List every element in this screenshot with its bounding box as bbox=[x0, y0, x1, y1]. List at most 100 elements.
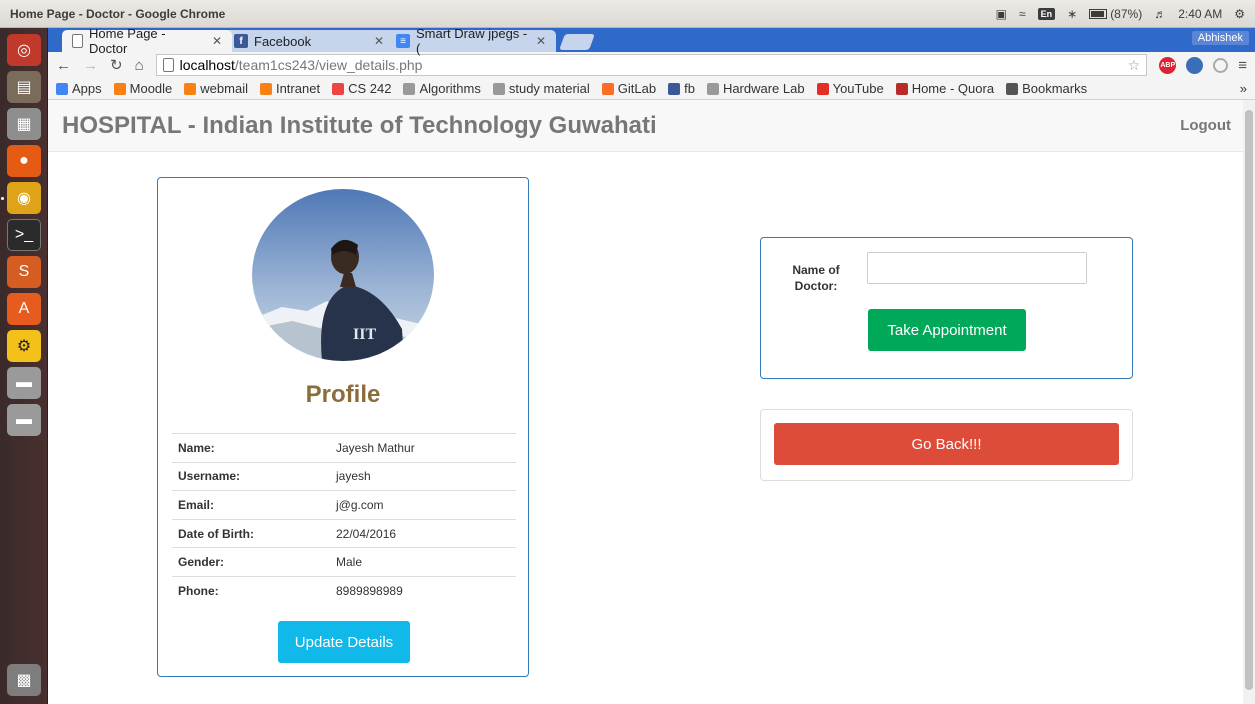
software-center-icon[interactable]: A bbox=[7, 293, 41, 325]
forward-arrow-icon[interactable]: → bbox=[83, 57, 98, 74]
go-back-button[interactable]: Go Back!!! bbox=[774, 423, 1119, 465]
dash-home-icon[interactable]: ◎ bbox=[7, 34, 41, 66]
table-row: Username: jayesh bbox=[172, 462, 516, 491]
detail-value: 22/04/2016 bbox=[336, 526, 397, 541]
avatar: IIT bbox=[252, 189, 434, 361]
take-appointment-button[interactable]: Take Appointment bbox=[868, 309, 1026, 351]
reload-icon[interactable]: ↻ bbox=[110, 56, 123, 74]
document-icon bbox=[72, 34, 83, 48]
bluetooth-icon[interactable]: ∗ bbox=[1067, 7, 1077, 21]
new-tab-button[interactable] bbox=[559, 34, 595, 50]
display-icon[interactable]: ▣ bbox=[996, 7, 1007, 21]
bookmark-label: fb bbox=[684, 81, 695, 96]
window-title: Home Page - Doctor - Google Chrome bbox=[10, 6, 226, 21]
adblock-icon[interactable]: ABP bbox=[1159, 56, 1177, 74]
address-bar[interactable]: localhost/team1cs243/view_details.php ☆ bbox=[155, 54, 1148, 76]
bookmark-algorithms[interactable]: Algorithms bbox=[403, 81, 481, 96]
tab-strip: Home Page - Doctor ✕ f Facebook ✕ ≡ Smar… bbox=[48, 26, 1255, 56]
bookmark-intranet[interactable]: Intranet bbox=[259, 81, 320, 96]
bookmark-webmail[interactable]: webmail bbox=[184, 81, 248, 96]
navbar: HOSPITAL - Indian Institute of Technolog… bbox=[48, 100, 1255, 152]
extension-icon[interactable] bbox=[1186, 56, 1204, 74]
battery-icon bbox=[1089, 8, 1108, 19]
keyboard-layout[interactable]: En bbox=[1037, 7, 1056, 20]
file-manager-icon[interactable]: ▦ bbox=[7, 108, 41, 140]
detail-value: Jayesh Mathur bbox=[336, 440, 415, 455]
update-details-button[interactable]: Update Details bbox=[278, 621, 410, 663]
youtube-icon bbox=[816, 82, 829, 95]
clock[interactable]: 2:40 AM bbox=[1178, 7, 1222, 21]
star-icon[interactable]: ☆ bbox=[1128, 57, 1141, 74]
doctor-name-input[interactable] bbox=[867, 252, 1087, 284]
gear-icon[interactable]: ⚙ bbox=[1234, 7, 1245, 21]
bookmark-study-material[interactable]: study material bbox=[492, 81, 590, 96]
bookmarks-overflow-button[interactable]: » bbox=[1240, 81, 1247, 96]
settings-icon[interactable]: ⚙ bbox=[7, 330, 41, 362]
menu-icon[interactable]: ≡ bbox=[1238, 57, 1247, 74]
tab-home-page[interactable]: Home Page - Doctor ✕ bbox=[62, 26, 232, 56]
doctor-name-label: Name of Doctor: bbox=[781, 262, 851, 294]
bookmark-label: YouTube bbox=[832, 81, 884, 96]
tab-facebook[interactable]: f Facebook ✕ bbox=[224, 30, 394, 52]
trash-icon[interactable]: ▩ bbox=[7, 664, 41, 696]
bookmark-label: Apps bbox=[72, 81, 102, 96]
app-launcher: ◎ ▤ ▦ ● ◉ >_ S A ⚙ ▬ ▬ ▩ bbox=[0, 28, 48, 704]
bookmark-bookmarks[interactable]: Bookmarks bbox=[1006, 81, 1087, 96]
scrollbar-thumb[interactable] bbox=[1245, 110, 1253, 690]
brand-title[interactable]: HOSPITAL - Indian Institute of Technolog… bbox=[62, 112, 657, 140]
files-icon[interactable]: ▤ bbox=[7, 71, 41, 103]
bookmark-youtube[interactable]: YouTube bbox=[816, 81, 884, 96]
ring-icon bbox=[332, 82, 345, 95]
terminal-icon[interactable]: >_ bbox=[7, 219, 41, 251]
tab-label: Smart Draw jpegs - ( bbox=[416, 26, 528, 56]
bookmark-label: GitLab bbox=[617, 81, 657, 96]
bookmark-cs-242[interactable]: CS 242 bbox=[332, 81, 391, 96]
battery-indicator[interactable]: (87%) bbox=[1089, 7, 1142, 21]
sublime-icon[interactable]: S bbox=[7, 256, 41, 288]
bookmark-label: Home - Quora bbox=[911, 81, 995, 96]
quora-icon bbox=[895, 82, 908, 95]
tab-smart-draw[interactable]: ≡ Smart Draw jpegs - ( ✕ bbox=[386, 26, 556, 56]
table-row: Date of Birth: 22/04/2016 bbox=[172, 519, 516, 548]
running-indicator bbox=[1, 197, 4, 200]
firefox-icon[interactable]: ● bbox=[7, 145, 41, 177]
docs-icon: ≡ bbox=[396, 34, 410, 48]
drive-icon[interactable]: ▬ bbox=[7, 367, 41, 399]
close-icon[interactable]: ✕ bbox=[536, 34, 546, 48]
volume-icon[interactable]: ♬ bbox=[1154, 7, 1166, 21]
logout-link[interactable]: Logout bbox=[1180, 117, 1231, 134]
home-icon[interactable]: ⌂ bbox=[135, 57, 144, 74]
close-icon[interactable]: ✕ bbox=[212, 34, 222, 48]
bookmark-fb[interactable]: fb bbox=[668, 81, 695, 96]
page-viewport: HOSPITAL - Indian Institute of Technolog… bbox=[48, 100, 1255, 704]
profile-card: IIT Profile Name: Jayesh Mathur Username: j… bbox=[157, 177, 529, 677]
bookmark-label: Hardware Lab bbox=[722, 81, 805, 96]
wifi-icon[interactable]: ≈ bbox=[1019, 7, 1026, 21]
facebook-icon: f bbox=[234, 34, 248, 48]
detail-label: Phone: bbox=[178, 584, 219, 599]
bookmark-apps[interactable]: Apps bbox=[56, 81, 102, 96]
bookmark-gitlab[interactable]: GitLab bbox=[601, 81, 657, 96]
bookmark-hardware-lab[interactable]: Hardware Lab bbox=[706, 81, 805, 96]
back-arrow-icon[interactable]: ← bbox=[56, 57, 71, 74]
detail-label: Gender: bbox=[178, 555, 225, 570]
detail-label: Email: bbox=[178, 497, 215, 512]
detail-label: Date of Birth: bbox=[178, 526, 254, 541]
label-line-1: Name of bbox=[792, 263, 840, 277]
bookmark-home-quora[interactable]: Home - Quora bbox=[895, 81, 995, 96]
bookmark-moodle[interactable]: Moodle bbox=[113, 81, 172, 96]
close-icon[interactable]: ✕ bbox=[374, 34, 384, 48]
shirt-text: IIT bbox=[353, 326, 376, 343]
table-row: Phone: 8989898989 bbox=[172, 576, 516, 605]
page-scrollbar[interactable] bbox=[1243, 100, 1255, 704]
table-row: Email: j@g.com bbox=[172, 490, 516, 520]
tab-label: Facebook bbox=[254, 33, 312, 49]
avatar-photo: IIT bbox=[252, 189, 434, 361]
url-host: localhost bbox=[179, 57, 235, 73]
profile-button[interactable]: Abhishek bbox=[1191, 31, 1249, 45]
chrome-icon[interactable]: ◉ bbox=[7, 182, 41, 214]
extension-grey-icon[interactable] bbox=[1213, 57, 1229, 73]
page-icon bbox=[492, 82, 505, 95]
detail-value: j@g.com bbox=[336, 497, 384, 512]
drive-icon-2[interactable]: ▬ bbox=[7, 404, 41, 436]
